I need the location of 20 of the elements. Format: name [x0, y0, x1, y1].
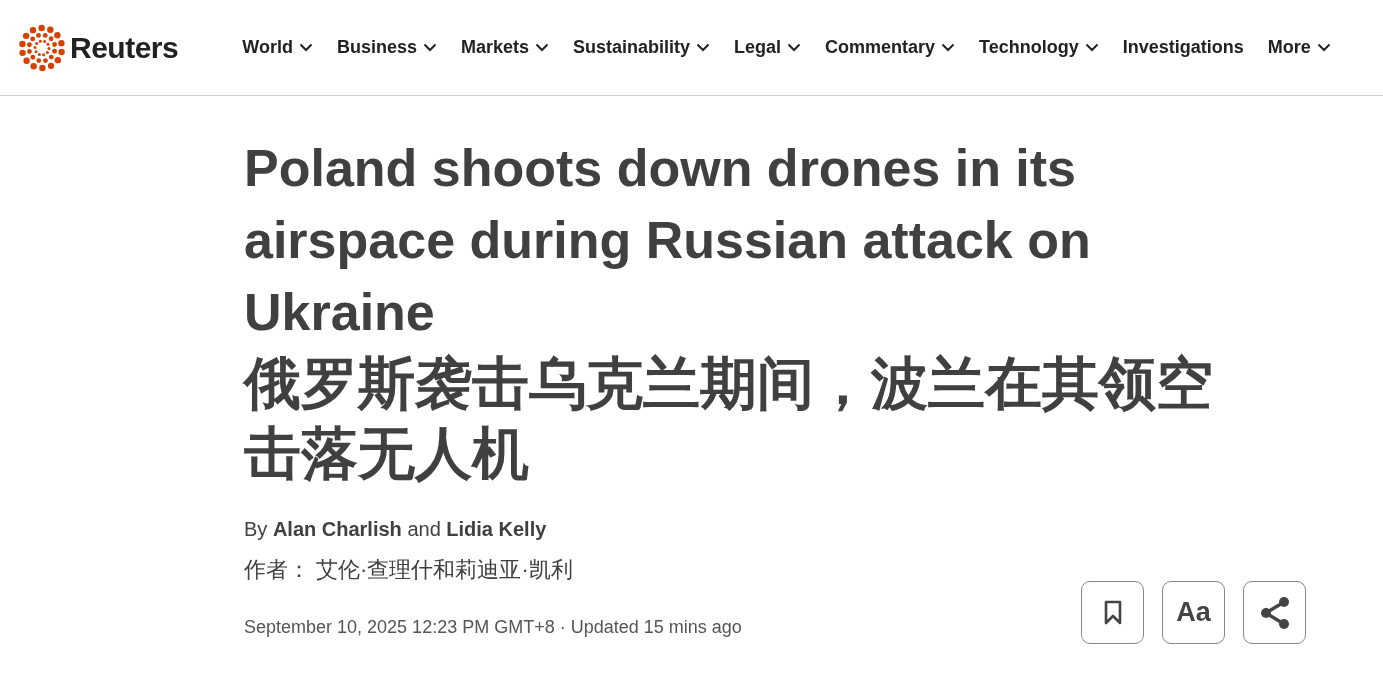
brand-name[interactable]: Reuters: [70, 30, 179, 65]
bookmark-icon: [1103, 599, 1122, 626]
headline: Poland shoots down drones in its airspace during Russian attack on Ukraine: [244, 138, 1092, 343]
nav-item[interactable]: More: [1267, 37, 1331, 58]
nav-item[interactable]: Sustainability: [573, 37, 710, 58]
text-size-button[interactable]: Aa: [1162, 581, 1225, 644]
logo-icon: [18, 23, 66, 72]
dateline: September 10, 2025 12:23 PM GMT+8 · Updated 15 mins ago: [244, 617, 742, 638]
nav-item[interactable]: Investigations: [1122, 37, 1244, 58]
nav-item[interactable]: World: [242, 37, 313, 58]
share-button[interactable]: [1243, 581, 1306, 644]
bookmark-button[interactable]: [1081, 581, 1144, 644]
byline-translation: 作者： 艾伦·查理什和莉迪亚·凯利: [244, 556, 574, 584]
nav-item[interactable]: Technology: [979, 37, 1099, 58]
nav-item[interactable]: Business: [336, 37, 437, 58]
byline: By Alan Charlish and Lidia Kelly: [244, 518, 548, 541]
nav-item[interactable]: Markets: [460, 37, 549, 58]
nav-item[interactable]: Legal: [734, 37, 802, 58]
headline-translation: 俄罗斯袭击乌克兰期间，波兰在其领空击落无人机: [244, 350, 1214, 487]
nav-item[interactable]: Commentary: [825, 37, 956, 58]
